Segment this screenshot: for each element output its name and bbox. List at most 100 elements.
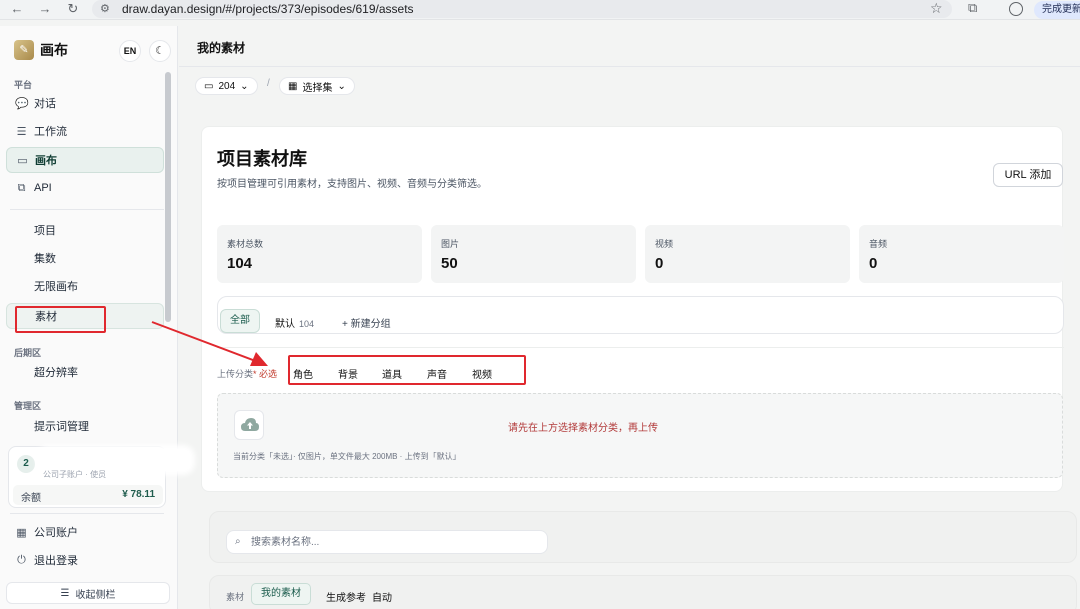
sub-item-prompt-manage[interactable]: 提示词管理 [6, 414, 164, 440]
sub-item-infinite-canvas[interactable]: 无限画布 [6, 274, 164, 300]
forward-icon[interactable]: → [36, 1, 54, 17]
nav-item-label: 公司账户 [34, 527, 78, 539]
account-subtitle: 公司子账户 · 使员 [43, 470, 107, 479]
section-label-platform: 平台 [14, 80, 33, 90]
new-group-button[interactable]: + 新建分组 [342, 315, 391, 330]
search-panel: ⌕ [209, 511, 1077, 563]
project-select[interactable]: ▭ 204 ⌄ [195, 77, 258, 95]
episode-select-value: 选择集 [302, 82, 333, 94]
balance-row: 余额 ¥ 78.11 [13, 485, 163, 505]
bookmark-star-icon[interactable]: ☆ [930, 0, 943, 17]
sub-item-projects[interactable]: 项目 [6, 218, 164, 244]
nav-item-label: 对话 [34, 98, 56, 110]
logo-mark-icon: ✎ [14, 40, 34, 60]
filter-option-reference[interactable]: 生成参考 [326, 589, 366, 604]
nav-item-label: 工作流 [34, 126, 67, 138]
upload-cloud-icon [234, 410, 264, 440]
back-icon[interactable]: ← [8, 1, 26, 17]
upload-message: 请先在上方选择素材分类，再上传 [508, 423, 658, 434]
filter-label: 素材 [226, 592, 245, 602]
address-url[interactable]: draw.dayan.design/#/projects/373/episode… [122, 2, 414, 16]
collapse-label: 收起侧栏 [75, 589, 116, 601]
stat-label: 素材总数 [227, 239, 264, 249]
section-label-manage: 管理区 [14, 401, 42, 411]
stat-value: 50 [441, 255, 458, 272]
nav-item-label: 退出登录 [34, 555, 78, 567]
update-button[interactable]: 完成更新 [1034, 1, 1080, 19]
group-tab-all[interactable]: 全部 [220, 309, 260, 333]
annotation-sidebar-box [15, 306, 106, 333]
chevron-down-icon: ⌄ [337, 80, 346, 92]
upload-hint: 当前分类「未选」· 仅图片，单文件最大 200MB · 上传到「默认」 [233, 452, 461, 461]
browser-toolbar: ← → ↻ ⚙ draw.dayan.design/#/projects/373… [0, 0, 1080, 20]
nav-item-canvas[interactable]: ▭ 画布 [6, 147, 164, 173]
chevron-down-icon: ⌄ [240, 80, 249, 92]
collapse-sidebar-button[interactable]: ☰ 收起侧栏 [6, 582, 170, 604]
project-select-value: 204 [218, 80, 236, 92]
grid-icon: ▦ [288, 80, 298, 92]
upload-category-text: 上传分类 [217, 369, 254, 379]
stat-value: 104 [227, 255, 253, 272]
nav-item-company-account[interactable]: ▦ 公司账户 [6, 520, 164, 544]
group-tabs: 全部 默认 104 + 新建分组 [217, 296, 1064, 334]
folder-icon: ▭ [204, 80, 214, 92]
section-divider [217, 347, 1064, 348]
upload-dropzone[interactable]: 请先在上方选择素材分类，再上传 当前分类「未选」· 仅图片，单文件最大 200M… [217, 393, 1063, 478]
nav-item-workflow[interactable]: ☰ 工作流 [6, 119, 164, 143]
annotation-highlight-box [288, 355, 526, 385]
stat-value: 0 [869, 255, 878, 272]
library-card: 项目素材库 按项目管理可引用素材，支持图片、视频、音频与分类筛选。 URL 添加… [201, 126, 1064, 492]
api-icon: ⧉ [17, 181, 26, 194]
episode-select[interactable]: ▦ 选择集 ⌄ [279, 77, 355, 95]
nav-item-logout[interactable]: ⏻ 退出登录 [6, 548, 164, 572]
language-toggle-button[interactable]: EN [119, 40, 141, 62]
sub-item-episodes[interactable]: 集数 [6, 246, 164, 272]
sidebar-divider [10, 209, 164, 210]
reload-icon[interactable]: ↻ [64, 1, 82, 17]
filter-option-auto[interactable]: 自动 [372, 589, 392, 604]
breadcrumb-separator: / [267, 78, 270, 89]
url-add-button[interactable]: URL 添加 [993, 163, 1063, 187]
main-content: 我的素材 ▭ 204 ⌄ / ▦ 选择集 ⌄ 项目素材库 按项目管理可引用素材，… [179, 26, 1080, 609]
balance-label: 余额 [21, 493, 41, 504]
group-tab-default-label: 默认 [275, 319, 295, 330]
stat-total: 素材总数 104 [217, 225, 422, 283]
filter-panel: 素材 我的素材 生成参考 自动 [209, 575, 1077, 609]
group-count: 104 [299, 319, 315, 329]
stat-label: 音频 [869, 239, 888, 249]
search-input[interactable] [251, 534, 541, 550]
avatar: 2 [17, 455, 35, 473]
redacted-account-name [41, 449, 191, 471]
search-icon: ⌕ [235, 536, 241, 547]
nav-item-label: API [34, 182, 52, 194]
site-settings-icon[interactable]: ⚙ [100, 2, 110, 15]
moon-icon[interactable]: ☾ [149, 40, 171, 62]
sub-item-super-resolution[interactable]: 超分辨率 [6, 360, 164, 386]
power-icon: ⏻ [17, 553, 26, 566]
group-tab-default[interactable]: 默认 104 [275, 315, 314, 330]
chat-icon: 💬 [15, 97, 29, 110]
sidebar-divider [10, 513, 164, 514]
stat-images: 图片 50 [431, 225, 636, 283]
nav-item-api[interactable]: ⧉ API [6, 176, 164, 200]
search-box[interactable]: ⌕ [226, 530, 548, 554]
stat-audio: 音频 0 [859, 225, 1064, 283]
extensions-icon[interactable]: ⧉ [968, 0, 977, 16]
collapse-icon: ☰ [60, 587, 70, 599]
required-mark: * 必选 [253, 369, 278, 379]
header-divider [179, 66, 1080, 67]
canvas-icon: ▭ [17, 154, 28, 167]
stat-label: 图片 [441, 239, 460, 249]
stat-videos: 视频 0 [645, 225, 850, 283]
filter-chip-my-assets[interactable]: 我的素材 [251, 583, 311, 605]
profile-icon[interactable] [1009, 2, 1023, 16]
page-title: 我的素材 [197, 41, 246, 55]
nav-item-chat[interactable]: 💬 对话 [6, 91, 164, 115]
app-logo[interactable]: ✎ 画布 [14, 40, 68, 60]
account-card[interactable]: 2 公司子账户 · 使员 余额 ¥ 78.11 [8, 446, 191, 508]
section-label-post: 后期区 [14, 348, 42, 358]
sidebar-scrollbar[interactable] [165, 72, 171, 322]
logo-text: 画布 [40, 43, 68, 59]
stat-value: 0 [655, 255, 664, 272]
upload-category-label: 上传分类* 必选 [217, 367, 277, 380]
